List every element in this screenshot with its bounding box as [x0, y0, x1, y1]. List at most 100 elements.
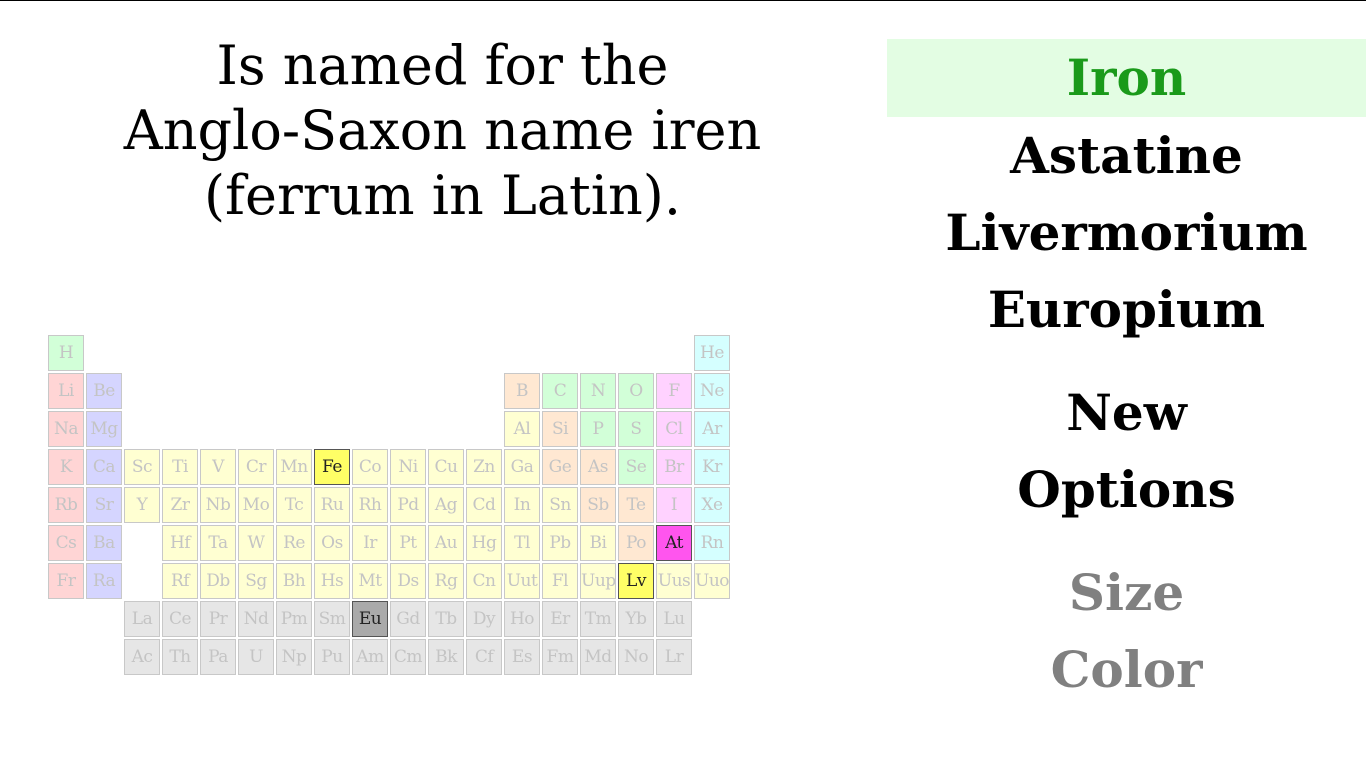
- element-cell-te: Te: [618, 487, 654, 523]
- element-cell-tm: Tm: [580, 601, 616, 637]
- element-cell-th: Th: [162, 639, 198, 675]
- element-cell-y: Y: [124, 487, 160, 523]
- element-cell-i: I: [656, 487, 692, 523]
- element-cell-es: Es: [504, 639, 540, 675]
- element-cell-s: S: [618, 411, 654, 447]
- element-cell-f: F: [656, 373, 692, 409]
- element-cell-ir: Ir: [352, 525, 388, 561]
- element-cell-ta: Ta: [200, 525, 236, 561]
- element-cell-mg: Mg: [86, 411, 122, 447]
- element-cell-ra: Ra: [86, 563, 122, 599]
- element-cell-fe: Fe: [314, 449, 350, 485]
- element-cell-h: H: [48, 335, 84, 371]
- element-cell-cn: Cn: [466, 563, 502, 599]
- element-cell-pd: Pd: [390, 487, 426, 523]
- size-button[interactable]: Size: [887, 554, 1366, 631]
- element-cell-hs: Hs: [314, 563, 350, 599]
- element-cell-nb: Nb: [200, 487, 236, 523]
- element-cell-bi: Bi: [580, 525, 616, 561]
- element-cell-ne: Ne: [694, 373, 730, 409]
- element-cell-ti: Ti: [162, 449, 198, 485]
- element-cell-cd: Cd: [466, 487, 502, 523]
- element-cell-pt: Pt: [390, 525, 426, 561]
- element-cell-hf: Hf: [162, 525, 198, 561]
- element-cell-ba: Ba: [86, 525, 122, 561]
- element-cell-dy: Dy: [466, 601, 502, 637]
- element-cell-ag: Ag: [428, 487, 464, 523]
- element-cell-rf: Rf: [162, 563, 198, 599]
- element-cell-ar: Ar: [694, 411, 730, 447]
- element-cell-cs: Cs: [48, 525, 84, 561]
- element-cell-cm: Cm: [390, 639, 426, 675]
- element-cell-gd: Gd: [390, 601, 426, 637]
- element-cell-uus: Uus: [656, 563, 692, 599]
- element-cell-ac: Ac: [124, 639, 160, 675]
- element-cell-uut: Uut: [504, 563, 540, 599]
- answer-option-iron[interactable]: Iron: [887, 39, 1366, 117]
- element-cell-v: V: [200, 449, 236, 485]
- element-cell-fm: Fm: [542, 639, 578, 675]
- element-cell-sr: Sr: [86, 487, 122, 523]
- element-cell-uup: Uup: [580, 563, 616, 599]
- answer-option-astatine[interactable]: Astatine: [887, 117, 1366, 194]
- element-cell-ho: Ho: [504, 601, 540, 637]
- element-cell-at: At: [656, 525, 692, 561]
- element-cell-cf: Cf: [466, 639, 502, 675]
- element-cell-in: In: [504, 487, 540, 523]
- element-cell-zr: Zr: [162, 487, 198, 523]
- element-cell-al: Al: [504, 411, 540, 447]
- options-button[interactable]: Options: [887, 451, 1366, 528]
- color-button[interactable]: Color: [887, 631, 1366, 708]
- element-cell-po: Po: [618, 525, 654, 561]
- periodic-table: H He Li Be B C N O F Ne Na Mg Al Si P S Cl Ar K Ca Sc Ti V Cr Mn…: [0, 1, 760, 701]
- element-cell-ds: Ds: [390, 563, 426, 599]
- game-menu: New Options Size Color: [887, 374, 1366, 708]
- element-cell-mt: Mt: [352, 563, 388, 599]
- element-cell-ge: Ge: [542, 449, 578, 485]
- element-cell-b: B: [504, 373, 540, 409]
- element-cell-c: C: [542, 373, 578, 409]
- element-cell-tl: Tl: [504, 525, 540, 561]
- element-cell-he: He: [694, 335, 730, 371]
- element-cell-si: Si: [542, 411, 578, 447]
- element-cell-no: No: [618, 639, 654, 675]
- element-cell-fl: Fl: [542, 563, 578, 599]
- element-cell-md: Md: [580, 639, 616, 675]
- element-cell-pr: Pr: [200, 601, 236, 637]
- element-cell-eu: Eu: [352, 601, 388, 637]
- element-cell-fr: Fr: [48, 563, 84, 599]
- element-cell-ru: Ru: [314, 487, 350, 523]
- element-cell-pb: Pb: [542, 525, 578, 561]
- element-cell-br: Br: [656, 449, 692, 485]
- element-cell-u: U: [238, 639, 274, 675]
- element-cell-pa: Pa: [200, 639, 236, 675]
- element-cell-ga: Ga: [504, 449, 540, 485]
- element-cell-bh: Bh: [276, 563, 312, 599]
- element-cell-mo: Mo: [238, 487, 274, 523]
- answer-option-livermorium[interactable]: Livermorium: [887, 194, 1366, 271]
- element-cell-cu: Cu: [428, 449, 464, 485]
- element-cell-sm: Sm: [314, 601, 350, 637]
- element-cell-co: Co: [352, 449, 388, 485]
- element-cell-sg: Sg: [238, 563, 274, 599]
- element-cell-tb: Tb: [428, 601, 464, 637]
- element-cell-rn: Rn: [694, 525, 730, 561]
- answer-option-europium[interactable]: Europium: [887, 271, 1366, 348]
- element-cell-lu: Lu: [656, 601, 692, 637]
- new-button[interactable]: New: [887, 374, 1366, 451]
- element-cell-o: O: [618, 373, 654, 409]
- element-cell-rb: Rb: [48, 487, 84, 523]
- element-cell-db: Db: [200, 563, 236, 599]
- element-cell-cr: Cr: [238, 449, 274, 485]
- element-cell-rh: Rh: [352, 487, 388, 523]
- element-cell-pm: Pm: [276, 601, 312, 637]
- element-cell-er: Er: [542, 601, 578, 637]
- element-cell-k: K: [48, 449, 84, 485]
- answer-list: Iron Astatine Livermorium Europium: [887, 39, 1366, 348]
- element-cell-cl: Cl: [656, 411, 692, 447]
- element-cell-zn: Zn: [466, 449, 502, 485]
- element-cell-lr: Lr: [656, 639, 692, 675]
- element-cell-p: P: [580, 411, 616, 447]
- element-cell-xe: Xe: [694, 487, 730, 523]
- element-cell-mn: Mn: [276, 449, 312, 485]
